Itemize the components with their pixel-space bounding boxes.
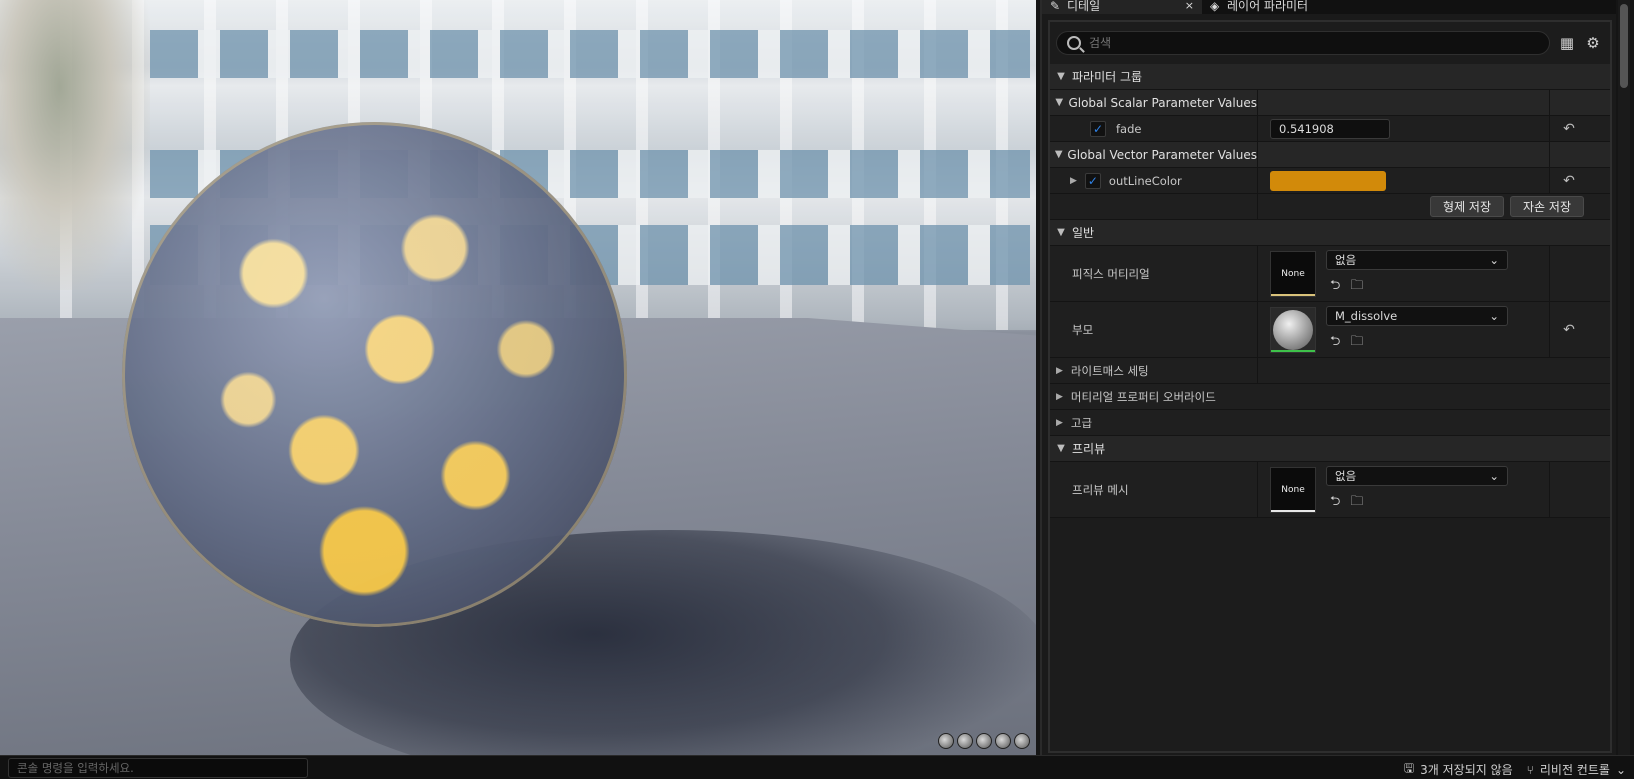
dissolve-sphere: [122, 122, 627, 627]
material-preview-viewport[interactable]: [0, 0, 1036, 755]
plane-mesh-icon[interactable]: [976, 733, 992, 749]
chevron-down-icon: ⌄: [1615, 762, 1626, 777]
chevron-down-icon: ⌄: [1489, 468, 1499, 483]
chevron-down-icon: ▼: [1054, 149, 1063, 160]
chevron-down-icon: ▼: [1057, 71, 1065, 82]
cylinder-mesh-icon[interactable]: [938, 733, 954, 749]
status-bar: 콘솔 명령을 입력하세요. 🖫 3개 저장되지 않음 ⑂ 리비전 컨트롤 ⌄: [0, 755, 1634, 779]
save-buttons-row: 형제 저장 자손 저장: [1050, 194, 1610, 220]
table-view-icon[interactable]: ▦: [1558, 34, 1576, 52]
chevron-down-icon: ▼: [1055, 97, 1064, 108]
revision-control-button[interactable]: ⑂ 리비전 컨트롤 ⌄: [1527, 759, 1626, 779]
chevron-down-icon: ⌄: [1489, 252, 1499, 267]
chevron-down-icon: ▼: [1057, 443, 1065, 454]
category-parameter-group[interactable]: ▼ 파라미터 그룹: [1050, 64, 1610, 90]
browse-folder-icon[interactable]: 🗀: [1350, 276, 1363, 298]
details-scrollbar[interactable]: [1618, 0, 1630, 755]
pencil-icon: ✎: [1050, 0, 1061, 13]
scrollbar-thumb[interactable]: [1620, 4, 1628, 88]
param-name: outLineColor: [1108, 173, 1182, 188]
physical-material-row: 피직스 머티리얼 None 없음 ⌄ ⮌ 🗀: [1050, 246, 1610, 302]
reset-arrow-icon[interactable]: ↶: [1563, 121, 1575, 137]
physical-material-thumbnail[interactable]: None: [1270, 250, 1316, 297]
category-material-override[interactable]: ▶ 머티리얼 프로퍼티 오버라이드: [1050, 384, 1610, 410]
category-global-scalar[interactable]: ▼ Global Scalar Parameter Values: [1050, 90, 1610, 116]
category-preview[interactable]: ▼ 프리뷰: [1050, 436, 1610, 462]
category-label: 파라미터 그룹: [1072, 70, 1143, 84]
use-selected-icon[interactable]: ⮌: [1330, 332, 1340, 354]
category-general[interactable]: ▼ 일반: [1050, 220, 1610, 246]
save-sibling-button[interactable]: 형제 저장: [1430, 196, 1505, 217]
use-selected-icon[interactable]: ⮌: [1330, 276, 1340, 298]
gear-icon[interactable]: ⚙: [1584, 34, 1602, 52]
chevron-down-icon: ⌄: [1489, 308, 1499, 323]
category-label: 일반: [1072, 226, 1095, 240]
category-label: Global Vector Parameter Values: [1067, 147, 1257, 162]
tab-details[interactable]: ✎ 디테일 ×: [1042, 0, 1202, 14]
unsaved-assets-button[interactable]: 🖫 3개 저장되지 않음: [1404, 759, 1513, 779]
param-row-fade: ✓ fade 0.541908 ↶: [1050, 116, 1610, 142]
parent-material-row: 부모 M_dissolve ⌄ ⮌ 🗀 ↶: [1050, 302, 1610, 358]
outline-color-swatch[interactable]: [1270, 170, 1386, 191]
material-sphere-preview: [1273, 309, 1313, 350]
category-global-vector[interactable]: ▼ Global Vector Parameter Values: [1050, 142, 1610, 168]
search-input[interactable]: [1089, 36, 1529, 50]
cube-mesh-icon[interactable]: [995, 733, 1011, 749]
details-panel: ✎ 디테일 × ◈ 레이어 파라미터 ▦ ⚙ ▼ 파라미터 그룹: [1040, 0, 1616, 755]
preview-mesh-thumbnail[interactable]: None: [1270, 466, 1316, 513]
fade-value-input[interactable]: 0.541908: [1270, 118, 1390, 139]
chevron-right-icon[interactable]: ▶: [1070, 176, 1077, 186]
search-icon: [1067, 36, 1081, 50]
category-label: Global Scalar Parameter Values: [1068, 95, 1257, 110]
tab-label: 레이어 파라미터: [1227, 0, 1309, 13]
category-advanced[interactable]: ▶ 고급: [1050, 410, 1610, 436]
console-input[interactable]: 콘솔 명령을 입력하세요.: [8, 757, 308, 778]
sphere-mesh-icon[interactable]: [957, 733, 973, 749]
outline-override-checkbox[interactable]: ✓: [1084, 172, 1101, 189]
viewport-mesh-toolbar: [938, 733, 1030, 749]
panel-tabs: ✎ 디테일 × ◈ 레이어 파라미터: [1042, 0, 1616, 14]
tab-label: 디테일: [1067, 0, 1101, 13]
browse-folder-icon[interactable]: 🗀: [1350, 492, 1363, 514]
parent-material-thumbnail[interactable]: [1270, 306, 1316, 353]
fade-override-checkbox[interactable]: ✓: [1090, 120, 1106, 137]
category-lightmass[interactable]: ▶ 라이트매스 세팅: [1050, 358, 1610, 384]
search-row: ▦ ⚙: [1050, 22, 1610, 64]
browse-folder-icon[interactable]: 🗀: [1350, 332, 1363, 354]
chevron-right-icon: ▶: [1056, 391, 1063, 402]
save-disk-icon: 🖫: [1403, 761, 1415, 775]
physical-material-dropdown[interactable]: 없음 ⌄: [1326, 249, 1508, 270]
preview-mesh-row: 프리뷰 메시 None 없음 ⌄ ⮌ 🗀: [1050, 462, 1610, 518]
close-icon[interactable]: ×: [1185, 0, 1194, 12]
param-row-outline-color: ▶ ✓ outLineColor ↶: [1050, 168, 1610, 194]
tab-layer-parameters[interactable]: ◈ 레이어 파라미터: [1202, 0, 1316, 14]
parent-material-dropdown[interactable]: M_dissolve ⌄: [1326, 305, 1508, 326]
save-child-button[interactable]: 자손 저장: [1510, 196, 1584, 217]
branch-icon: ⑂: [1526, 762, 1534, 777]
chevron-right-icon: ▶: [1056, 365, 1063, 376]
search-box[interactable]: [1056, 31, 1550, 55]
reset-arrow-icon[interactable]: ↶: [1563, 322, 1575, 338]
param-name: fade: [1116, 121, 1142, 136]
category-label: 프리뷰: [1072, 442, 1106, 456]
teapot-mesh-icon[interactable]: [1014, 733, 1030, 749]
building-windows: [150, 30, 1030, 78]
preview-mesh-dropdown[interactable]: 없음 ⌄: [1326, 465, 1508, 486]
reset-arrow-icon[interactable]: ↶: [1563, 173, 1575, 189]
background-tree: [0, 0, 150, 290]
details-body: ▦ ⚙ ▼ 파라미터 그룹 ▼ Global Scalar Parameter …: [1048, 20, 1612, 753]
chevron-down-icon: ▼: [1057, 227, 1065, 238]
use-selected-icon[interactable]: ⮌: [1330, 492, 1340, 514]
layers-icon: ◈: [1210, 0, 1220, 13]
chevron-right-icon: ▶: [1056, 417, 1063, 428]
